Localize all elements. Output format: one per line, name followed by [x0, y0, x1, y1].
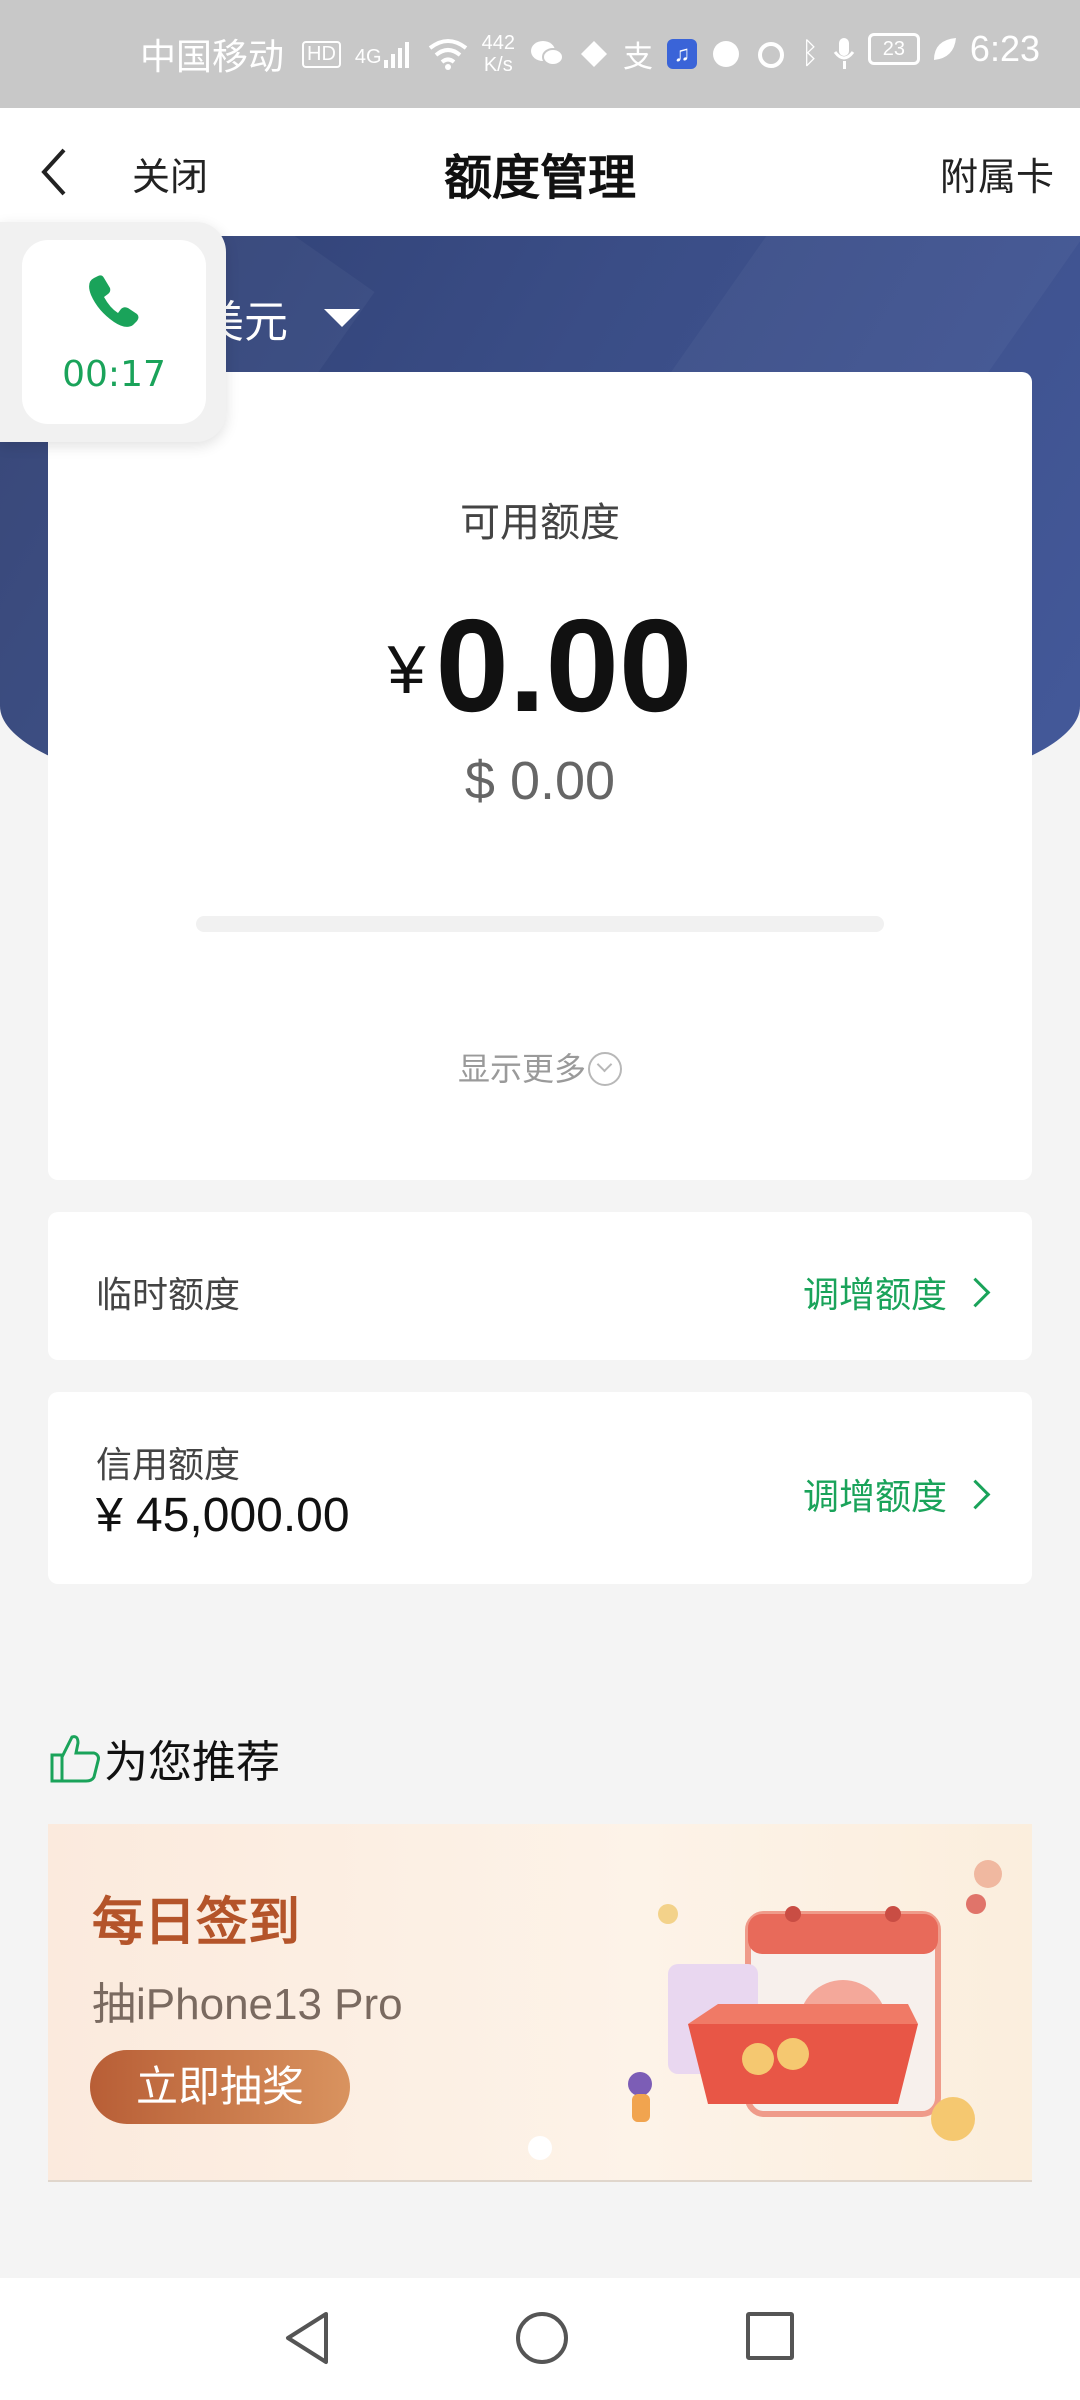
nav-bar: 关闭 额度管理 附属卡 [0, 108, 1080, 236]
available-limit-card: 可用额度 ¥0.00 $ 0.00 显示更多 [48, 372, 1032, 1180]
draw-now-button[interactable]: 立即抽奖 [90, 2050, 350, 2124]
battery-icon: 23 [867, 33, 920, 65]
calendar-gift-illustration [628, 1860, 1002, 2141]
bluetooth-icon: ᛒ [800, 37, 819, 70]
recommend-title: 为您推荐 [104, 1737, 280, 1788]
increase-limit-label: 调增额度 [802, 1477, 947, 1518]
app2-icon [712, 41, 739, 67]
status-left: 中国移动 HD 4G 442 K/s 支 ♫ ᛒ [140, 28, 855, 80]
credit-limit-row[interactable]: 信用额度 ¥ 45,000.00 调增额度 [48, 1392, 1032, 1584]
available-amount: ¥0.00 [48, 590, 1032, 741]
promo-banner[interactable]: 每日签到 抽iPhone13 Pro 立即抽奖 [48, 1824, 1032, 2182]
chevron-right-icon [960, 1479, 991, 1509]
status-bar: 中国移动 HD 4G 442 K/s 支 ♫ ᛒ 23 6:23 [0, 0, 1080, 108]
mic-icon [833, 38, 855, 69]
currency-symbol: ¥ [387, 632, 426, 708]
clock: 6:23 [969, 28, 1040, 69]
temporary-limit-row[interactable]: 临时额度 调增额度 [48, 1212, 1032, 1360]
increase-limit-label: 调增额度 [802, 1275, 947, 1316]
nav-back-icon[interactable] [282, 2310, 332, 2366]
alarm-icon [757, 42, 784, 68]
call-floating-widget[interactable]: 00:17 [0, 222, 226, 442]
network-type: 4G [354, 46, 382, 68]
alipay-icon: 支 [622, 41, 653, 74]
call-duration: 00:17 [62, 354, 166, 395]
wechat-icon [530, 41, 564, 66]
nav-recents-icon[interactable] [746, 2312, 794, 2360]
temporary-limit-label: 临时额度 [96, 1275, 241, 1316]
phone-icon [89, 275, 139, 327]
leaf-icon [933, 38, 956, 60]
available-amount-usd: $ 0.00 [464, 751, 616, 811]
call-widget-inner: 00:17 [22, 240, 206, 424]
credit-limit-label: 信用额度 [96, 1445, 241, 1486]
show-more-label: 显示更多 [457, 1050, 586, 1088]
supplementary-card-button[interactable]: 附属卡 [940, 146, 1054, 201]
system-navigation-bar [0, 2278, 1080, 2400]
speed-value: 442 [481, 32, 515, 54]
usage-progress-bar [196, 916, 884, 932]
status-icons: HD 4G 442 K/s 支 ♫ ᛒ [302, 32, 855, 76]
page-title: 额度管理 [443, 150, 636, 206]
chevron-right-icon [960, 1277, 991, 1307]
available-amount-value: 0.00 [435, 592, 693, 739]
carousel-indicator [528, 2136, 552, 2160]
banner-subtitle: 抽iPhone13 Pro [92, 1980, 403, 2029]
wifi-icon [428, 39, 467, 70]
carrier-name: 中国移动 [140, 36, 285, 77]
increase-credit-limit-button[interactable]: 调增额度 [802, 1468, 991, 1520]
recommend-header: 为您推荐 [48, 1726, 280, 1790]
thumbs-up-icon [50, 1735, 100, 1783]
status-right: 23 6:23 [867, 28, 1040, 70]
hd-icon: HD [302, 40, 341, 68]
network-speed: 442 K/s [482, 32, 515, 76]
caret-down-icon [324, 309, 360, 327]
nav-home-icon[interactable] [516, 2312, 568, 2364]
chevron-down-icon [588, 1052, 622, 1086]
app-icon [580, 41, 607, 67]
music-icon: ♫ [666, 39, 697, 69]
signal-icon: 4G [355, 40, 414, 68]
credit-limit-amount: ¥ 45,000.00 [96, 1489, 350, 1542]
show-more-button[interactable]: 显示更多 [48, 1044, 1032, 1090]
banner-title: 每日签到 [92, 1893, 301, 1953]
available-limit-label: 可用额度 [460, 500, 620, 546]
increase-temp-limit-button[interactable]: 调增额度 [802, 1266, 991, 1318]
speed-unit: K/s [483, 54, 513, 76]
